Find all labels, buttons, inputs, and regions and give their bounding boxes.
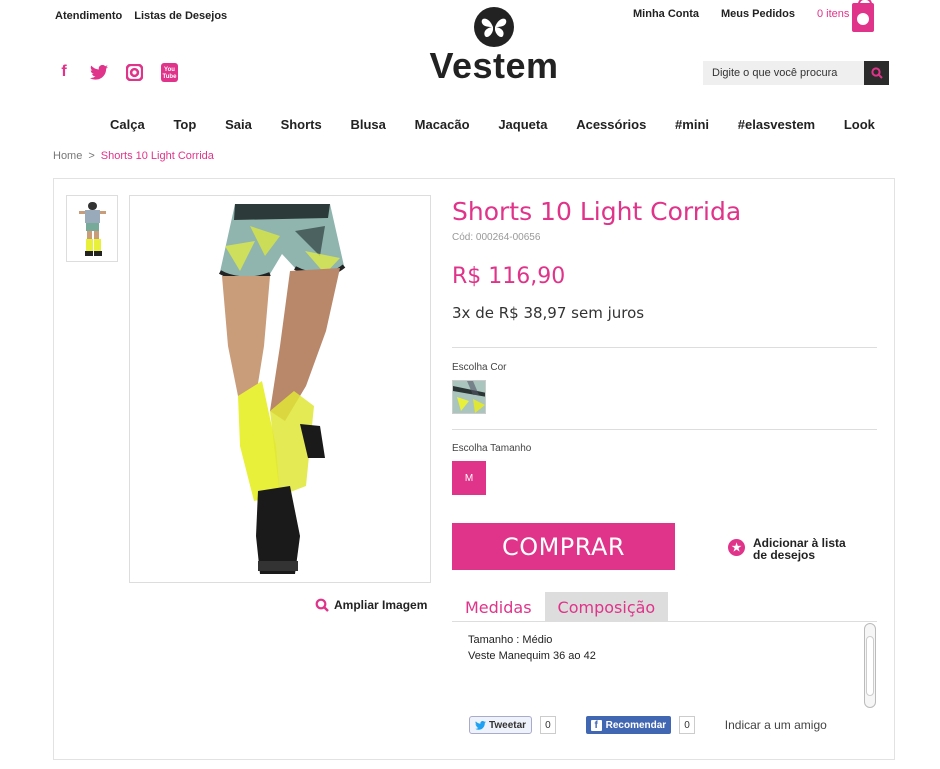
breadcrumb-current: Shorts 10 Light Corrida	[100, 150, 214, 162]
magnifier-icon	[315, 598, 329, 612]
product-main-image[interactable]	[129, 195, 431, 583]
product-code: Cód: 000264-00656	[452, 232, 541, 243]
buy-button[interactable]: COMPRAR	[452, 523, 675, 570]
youtube-icon[interactable]: You Tube	[160, 62, 178, 82]
size-option-m[interactable]: M	[452, 461, 486, 495]
tab-content: Tamanho : Médio Veste Manequim 36 ao 42	[468, 632, 596, 664]
tab-content-line: Veste Manequim 36 ao 42	[468, 650, 596, 662]
facebook-recommend-button[interactable]: f Recomendar	[585, 716, 672, 734]
nav-item-jaqueta[interactable]: Jaqueta	[498, 117, 547, 132]
breadcrumb-home[interactable]: Home	[53, 150, 82, 162]
search-input[interactable]	[703, 61, 864, 85]
account-links: Minha Conta Meus Pedidos 0 itens	[633, 8, 849, 20]
product-title: Shorts 10 Light Corrida	[452, 197, 742, 226]
wishlist-label-line2: de desejos	[753, 548, 816, 562]
instagram-icon[interactable]	[125, 63, 143, 81]
indicate-friend-link[interactable]: Indicar a um amigo	[725, 718, 827, 732]
search-button[interactable]	[864, 61, 889, 85]
nav-item-elasvestem[interactable]: #elasvestem	[738, 117, 815, 132]
size-label: Escolha Tamanho	[452, 443, 532, 454]
brand-logo[interactable]: Vestem	[414, 6, 574, 86]
nav-item-calca[interactable]: Calça	[110, 117, 145, 132]
info-tabs: Medidas Composição	[452, 592, 669, 622]
fb-label: Recomendar	[605, 719, 667, 731]
fb-count: 0	[679, 716, 695, 734]
tweet-count: 0	[540, 716, 556, 734]
tab-divider	[452, 621, 877, 622]
breadcrumb-separator: >	[88, 150, 95, 162]
facebook-icon[interactable]: f	[55, 63, 73, 81]
product-price: R$ 116,90	[452, 264, 566, 289]
tab-medidas[interactable]: Medidas	[452, 592, 545, 622]
main-nav: Calça Top Saia Shorts Blusa Macacão Jaqu…	[110, 117, 875, 132]
zoom-image-button[interactable]: Ampliar Imagem	[315, 598, 427, 612]
wishlists-link[interactable]: Listas de Desejos	[134, 10, 227, 22]
tab-scrollbar[interactable]	[864, 623, 876, 708]
tab-content-line: Tamanho : Médio	[468, 634, 553, 646]
atendimento-link[interactable]: Atendimento	[55, 10, 122, 22]
cart-count[interactable]: 0 itens	[817, 8, 849, 20]
nav-item-saia[interactable]: Saia	[225, 117, 252, 132]
twitter-icon[interactable]	[90, 63, 108, 81]
tweet-label: Tweetar	[489, 719, 527, 731]
add-to-wishlist-button[interactable]: ★ Adicionar à lista de desejos	[728, 537, 846, 561]
nav-item-top[interactable]: Top	[173, 117, 196, 132]
tweet-button[interactable]: Tweetar	[469, 716, 533, 734]
shopping-bag-icon[interactable]	[852, 0, 874, 32]
nav-item-blusa[interactable]: Blusa	[350, 117, 385, 132]
svg-text:You: You	[164, 67, 175, 73]
zoom-label: Ampliar Imagem	[334, 598, 428, 612]
nav-item-look[interactable]: Look	[844, 117, 875, 132]
installments-text: 3x de R$ 38,97 sem juros	[452, 304, 645, 322]
product-thumbnail[interactable]	[66, 195, 118, 262]
divider	[452, 347, 877, 348]
divider	[452, 429, 877, 430]
nav-item-shorts[interactable]: Shorts	[281, 117, 322, 132]
twitter-bird-icon	[475, 720, 486, 730]
search-icon	[870, 67, 883, 79]
logo-text: Vestem	[429, 45, 559, 86]
search-box	[703, 61, 889, 85]
nav-item-macacao[interactable]: Macacão	[415, 117, 470, 132]
share-bar: Tweetar 0 f Recomendar 0 Indicar a um am…	[469, 716, 827, 734]
social-icons: f You Tube	[55, 62, 178, 82]
star-icon: ★	[728, 539, 745, 556]
my-orders-link[interactable]: Meus Pedidos	[721, 8, 795, 20]
svg-text:Tube: Tube	[162, 74, 177, 80]
color-label: Escolha Cor	[452, 362, 507, 373]
breadcrumb: Home > Shorts 10 Light Corrida	[53, 150, 214, 162]
top-links: Atendimento Listas de Desejos	[55, 10, 227, 22]
butterfly-logo-icon	[473, 6, 515, 48]
facebook-icon: f	[590, 719, 602, 731]
color-swatch[interactable]	[452, 380, 486, 414]
nav-item-mini[interactable]: #mini	[675, 117, 709, 132]
nav-item-acessorios[interactable]: Acessórios	[576, 117, 646, 132]
my-account-link[interactable]: Minha Conta	[633, 8, 699, 20]
tab-composicao[interactable]: Composição	[544, 592, 669, 622]
